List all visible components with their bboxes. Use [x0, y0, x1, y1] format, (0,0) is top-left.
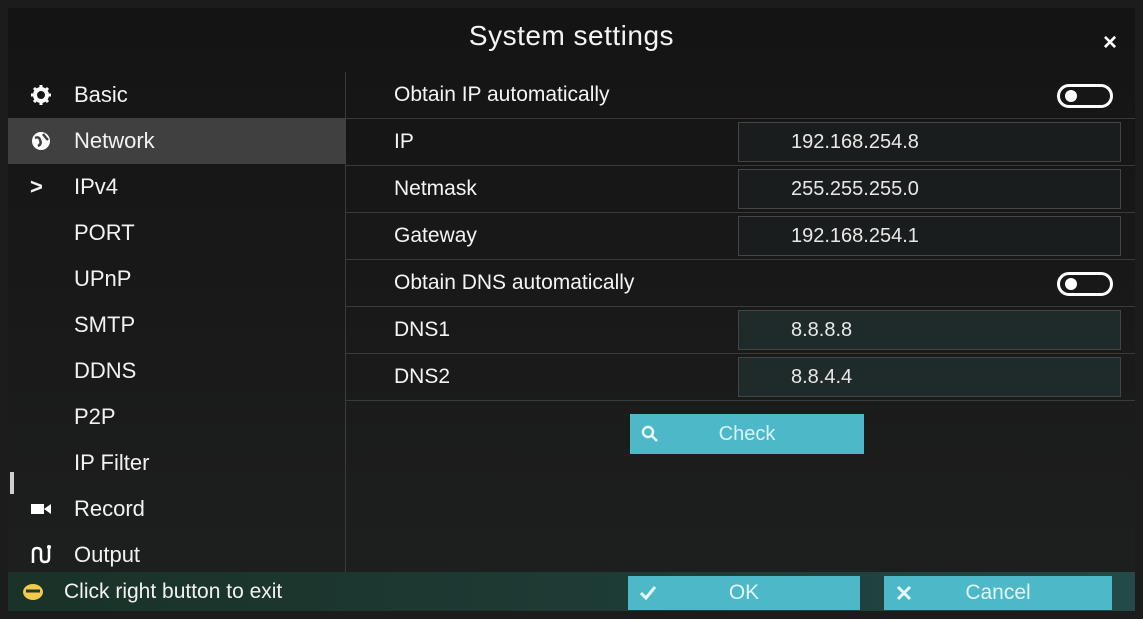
camera-icon — [30, 498, 52, 520]
ok-button-label: OK — [728, 581, 760, 604]
scroll-indicator — [10, 472, 14, 494]
obtain-dns-row: Obtain DNS automatically — [346, 260, 1135, 307]
netmask-row: Netmask 255.255.255.0 — [346, 166, 1135, 213]
toggle-knob — [1065, 90, 1077, 102]
dns1-field[interactable]: 8.8.8.8 — [738, 310, 1121, 350]
gateway-label: Gateway — [394, 224, 477, 247]
dns2-label: DNS2 — [394, 365, 451, 388]
gateway-row: Gateway 192.168.254.1 — [346, 213, 1135, 260]
dns1-label: DNS1 — [394, 318, 451, 341]
chevron-right-icon: > — [30, 174, 43, 199]
obtain-dns-label: Obtain DNS automatically — [394, 271, 635, 294]
globe-icon — [30, 130, 52, 152]
gear-icon — [30, 84, 52, 106]
ip-row: IP 192.168.254.8 — [346, 119, 1135, 166]
sidebar-item-label: SMTP — [74, 312, 136, 337]
sidebar-item-ddns[interactable]: DDNS — [8, 348, 345, 394]
netmask-field[interactable]: 255.255.255.0 — [738, 169, 1121, 209]
sidebar-item-record[interactable]: Record — [8, 486, 345, 532]
sidebar-item-label: UPnP — [74, 266, 132, 291]
sidebar-item-upnp[interactable]: UPnP — [8, 256, 345, 302]
close-icon: × — [1102, 29, 1117, 56]
sidebar-item-network[interactable]: Network — [8, 118, 346, 164]
close-icon — [884, 585, 924, 601]
cancel-button-label: Cancel — [965, 581, 1031, 604]
exit-hint-text: Click right button to exit — [64, 579, 283, 603]
obtain-ip-toggle[interactable] — [1057, 84, 1113, 108]
dns2-row: DNS2 8.8.4.4 — [346, 354, 1135, 401]
sidebar-item-ip-filter[interactable]: IP Filter — [8, 440, 345, 486]
sidebar-item-p2p[interactable]: P2P — [8, 394, 345, 440]
settings-window: System settings × Basic Network > IPv4 P… — [8, 8, 1135, 611]
sidebar-item-label: IPv4 — [74, 174, 119, 199]
cancel-button[interactable]: Cancel — [884, 576, 1112, 610]
exit-hint: Click right button to exit — [22, 572, 282, 611]
ip-label: IP — [394, 130, 414, 153]
obtain-ip-row: Obtain IP automatically — [346, 72, 1135, 119]
network-settings-panel: Obtain IP automatically IP 192.168.254.8… — [346, 72, 1135, 572]
mouse-icon — [22, 583, 44, 601]
title-bar: System settings × — [8, 8, 1135, 72]
dns2-field[interactable]: 8.8.4.4 — [738, 357, 1121, 397]
sidebar-item-label: Basic — [74, 82, 128, 107]
close-button[interactable]: × — [1097, 29, 1123, 56]
window-title: System settings — [468, 20, 675, 51]
netmask-label: Netmask — [394, 177, 477, 200]
sidebar-item-basic[interactable]: Basic — [8, 72, 345, 118]
obtain-ip-label: Obtain IP automatically — [394, 83, 610, 106]
sidebar-item-label: IP Filter — [74, 450, 150, 475]
output-icon — [30, 544, 52, 566]
sidebar-item-label: Record — [74, 496, 145, 521]
toggle-knob — [1065, 278, 1077, 290]
gateway-field[interactable]: 192.168.254.1 — [738, 216, 1121, 256]
checkmark-icon — [628, 585, 668, 601]
sidebar-item-label: DDNS — [74, 358, 137, 383]
obtain-dns-toggle[interactable] — [1057, 272, 1113, 296]
sidebar-item-label: PORT — [74, 220, 135, 245]
ip-field[interactable]: 192.168.254.8 — [738, 122, 1121, 162]
sidebar-item-ipv4[interactable]: > IPv4 — [8, 164, 345, 210]
check-button[interactable]: Check — [630, 414, 864, 454]
ok-button[interactable]: OK — [628, 576, 860, 610]
dns1-row: DNS1 8.8.8.8 — [346, 307, 1135, 354]
sidebar: Basic Network > IPv4 PORT UPnP SMTP DDNS… — [8, 72, 346, 572]
sidebar-item-label: Network — [74, 128, 155, 153]
search-icon — [630, 425, 670, 443]
check-button-label: Check — [718, 422, 776, 445]
sidebar-item-label: Output — [74, 542, 141, 567]
sidebar-item-port[interactable]: PORT — [8, 210, 345, 256]
footer-bar: Click right button to exit OK Cancel — [8, 572, 1135, 611]
sidebar-item-smtp[interactable]: SMTP — [8, 302, 345, 348]
sidebar-item-label: P2P — [74, 404, 116, 429]
